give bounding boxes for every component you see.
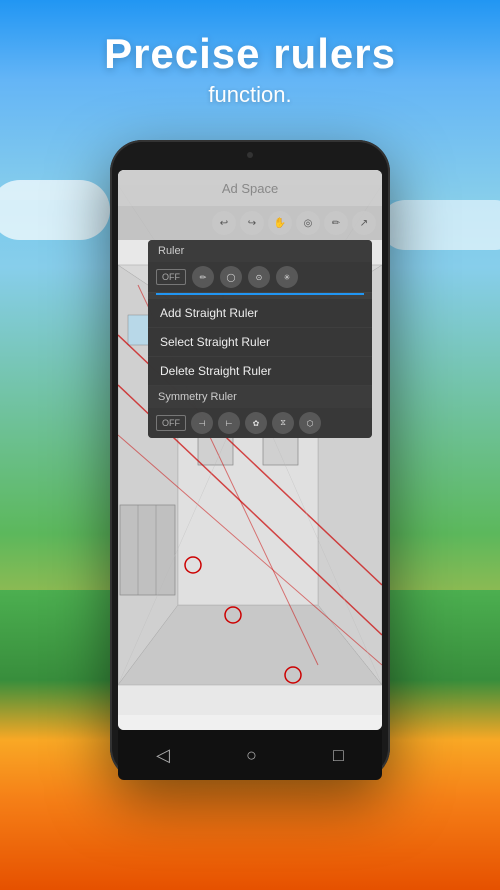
symmetry-off-button[interactable]: OFF bbox=[156, 415, 186, 431]
sym-icon-2[interactable]: ⊢ bbox=[218, 412, 240, 434]
sym-icon-3[interactable]: ✿ bbox=[245, 412, 267, 434]
ruler-radial-icon[interactable]: ✳ bbox=[276, 266, 298, 288]
ruler-menu: Ruler OFF ✏ ◯ ⊙ ✳ Add Straight Ruler Sel… bbox=[148, 240, 372, 438]
symmetry-ruler-title: Symmetry Ruler bbox=[148, 386, 372, 408]
ruler-menu-title: Ruler bbox=[148, 240, 372, 262]
ruler-pencil-icon[interactable]: ✏ bbox=[192, 266, 214, 288]
page-title: Precise rulers bbox=[0, 30, 500, 78]
page-subtitle: function. bbox=[0, 82, 500, 108]
cloud-left bbox=[0, 180, 110, 240]
phone-screen: Ad Space ↩ ↪ ✋ ◎ ✏ ↗ Ruler OFF ✏ ◯ ⊙ ✳ A… bbox=[118, 170, 382, 730]
sym-icon-1[interactable]: ⊣ bbox=[191, 412, 213, 434]
back-button[interactable]: ◁ bbox=[156, 745, 170, 766]
export-icon[interactable]: ↗ bbox=[352, 211, 376, 235]
home-button[interactable]: ○ bbox=[246, 745, 257, 766]
ruler-underline bbox=[156, 293, 364, 295]
ruler-ellipse-icon[interactable]: ⊙ bbox=[248, 266, 270, 288]
phone-nav-bar: ◁ ○ □ bbox=[118, 730, 382, 780]
header-section: Precise rulers function. bbox=[0, 30, 500, 108]
edit-icon[interactable]: ✏ bbox=[324, 211, 348, 235]
ruler-circle-icon[interactable]: ◯ bbox=[220, 266, 242, 288]
cloud-right bbox=[380, 200, 500, 250]
symmetry-options-row: OFF ⊣ ⊢ ✿ ⧖ ⬡ bbox=[148, 408, 372, 438]
delete-straight-ruler-item[interactable]: Delete Straight Ruler bbox=[148, 357, 372, 386]
undo-icon[interactable]: ↩ bbox=[212, 211, 236, 235]
ad-space-bar: Ad Space bbox=[118, 170, 382, 206]
ad-space-label: Ad Space bbox=[222, 181, 278, 196]
zoom-icon[interactable]: ◎ bbox=[296, 211, 320, 235]
phone-frame: Ad Space ↩ ↪ ✋ ◎ ✏ ↗ Ruler OFF ✏ ◯ ⊙ ✳ A… bbox=[110, 140, 390, 780]
ruler-off-button[interactable]: OFF bbox=[156, 269, 186, 285]
icon-toolbar[interactable]: ↩ ↪ ✋ ◎ ✏ ↗ bbox=[118, 206, 382, 240]
sym-icon-5[interactable]: ⬡ bbox=[299, 412, 321, 434]
sym-icon-4[interactable]: ⧖ bbox=[272, 412, 294, 434]
redo-icon[interactable]: ↪ bbox=[240, 211, 264, 235]
select-straight-ruler-item[interactable]: Select Straight Ruler bbox=[148, 328, 372, 357]
recent-button[interactable]: □ bbox=[333, 745, 344, 766]
add-straight-ruler-item[interactable]: Add Straight Ruler bbox=[148, 299, 372, 328]
ruler-options-row: OFF ✏ ◯ ⊙ ✳ bbox=[148, 262, 372, 293]
hand-icon[interactable]: ✋ bbox=[268, 211, 292, 235]
